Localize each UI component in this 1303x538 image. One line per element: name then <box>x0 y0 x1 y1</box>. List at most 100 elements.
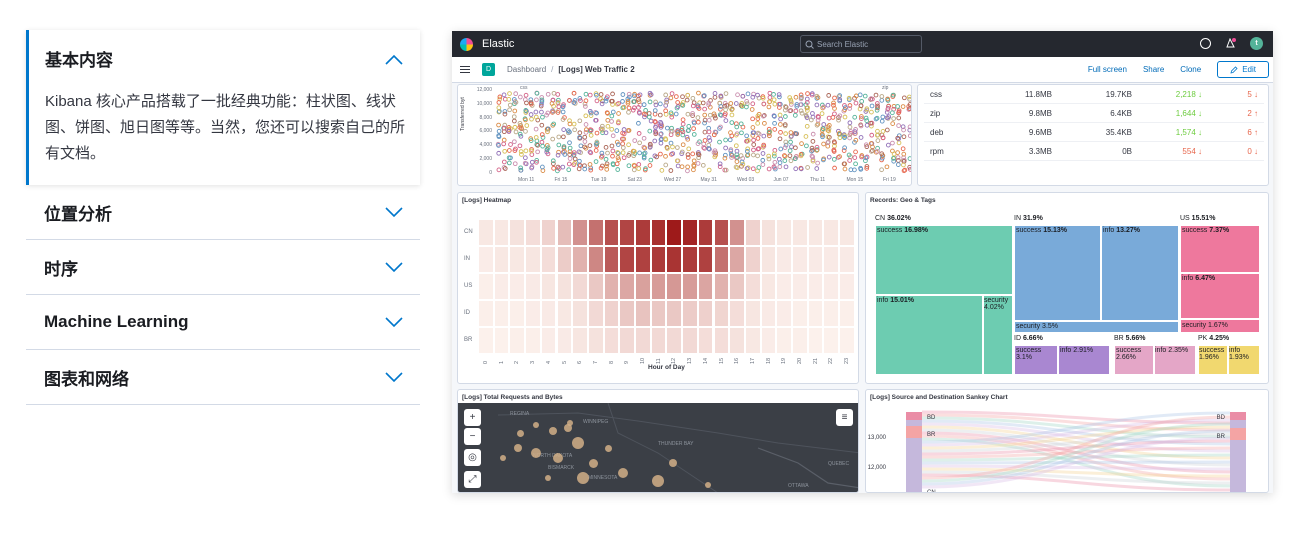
accordion-title: Machine Learning <box>44 312 189 331</box>
accordion-item-timeseries[interactable]: 时序 <box>26 240 420 295</box>
scatter-point <box>901 134 907 140</box>
treemap-in-info <box>1101 225 1179 321</box>
scatter-point <box>496 150 502 156</box>
scatter-point <box>727 137 733 143</box>
scatter-point <box>632 138 638 143</box>
heatmap-cell <box>823 246 840 273</box>
scatter-point <box>825 102 831 108</box>
scatter-point <box>706 125 711 131</box>
elastic-logo-icon[interactable] <box>460 37 473 51</box>
global-search-input[interactable]: Search Elastic <box>800 35 922 53</box>
scatter-point <box>560 109 566 115</box>
heatmap-cell <box>556 273 573 300</box>
scatter-point <box>583 122 589 127</box>
scatter-point <box>663 92 669 98</box>
map-place-label: REGINA <box>510 411 530 417</box>
layers-icon[interactable]: ≡ <box>836 409 853 426</box>
scatter-point <box>760 157 766 163</box>
heatmap-cell <box>540 219 557 246</box>
treemap-label: info 2.91% <box>1060 347 1094 354</box>
heatmap-cell <box>540 300 557 327</box>
scatter-point <box>686 146 692 152</box>
scatter-point <box>636 120 641 126</box>
heatmap-cell <box>493 273 510 300</box>
chevron-down-icon[interactable] <box>384 206 404 218</box>
map-bubble <box>500 455 506 461</box>
edit-button[interactable]: Edit <box>1217 61 1269 78</box>
clone-link[interactable]: Clone <box>1180 65 1201 74</box>
map-place-label: QUEBEC <box>828 461 850 467</box>
heatmap-cell <box>603 327 620 354</box>
heatmap-cell <box>697 246 714 273</box>
top-nav-bar: Elastic Search Elastic t <box>452 31 1273 57</box>
chevron-down-icon[interactable] <box>384 316 404 328</box>
accordion-item-location[interactable]: 位置分析 <box>26 185 420 240</box>
scatter-point <box>679 164 685 170</box>
scatter-point <box>810 111 815 116</box>
zoom-in-button[interactable]: + <box>464 409 481 426</box>
help-icon[interactable] <box>1200 38 1211 49</box>
heatmap-cell <box>729 219 745 246</box>
breadcrumb-root[interactable]: Dashboard <box>507 65 546 74</box>
scatter-point <box>875 138 881 143</box>
full-screen-link[interactable]: Full screen <box>1088 65 1127 74</box>
scatter-point <box>862 93 868 99</box>
map-place-label: WINNIPEG <box>583 419 609 425</box>
scatter-point <box>567 140 572 146</box>
avatar[interactable]: t <box>1250 37 1263 50</box>
heatmap-cell <box>635 219 651 246</box>
heatmap-cell <box>807 300 824 327</box>
accordion-item-graphs[interactable]: 图表和网络 <box>26 350 420 405</box>
scatter-point <box>566 167 572 173</box>
size-cell: 9.6MB <box>1028 127 1052 137</box>
scatter-point <box>777 112 783 118</box>
accordion-header-basics[interactable]: 基本内容 <box>45 46 404 71</box>
news-feed-icon[interactable] <box>1225 38 1236 49</box>
scatter-point <box>751 147 756 153</box>
scatter-point <box>657 112 663 118</box>
heatmap-cell <box>650 300 667 327</box>
heatmap-cell <box>587 273 604 300</box>
scatter-point <box>859 98 865 104</box>
scatter-point <box>853 161 858 167</box>
scatter-point <box>873 92 879 98</box>
scatter-point <box>621 155 627 161</box>
menu-icon[interactable] <box>460 66 470 73</box>
locate-icon[interactable]: ◎ <box>464 449 481 466</box>
scatter-point <box>663 153 668 159</box>
scatter-point <box>728 101 734 106</box>
chevron-down-icon[interactable] <box>384 261 404 273</box>
chevron-down-icon[interactable] <box>384 371 404 383</box>
scatter-point <box>873 116 879 122</box>
scatter-point <box>680 142 686 148</box>
expand-icon[interactable]: ⤢ <box>464 471 481 488</box>
region-map[interactable]: + − ◎ ⤢ ≡ REGINA WINNIPEG THUNDER BAY NORTH… <box>458 403 858 492</box>
heatmap-cell <box>792 246 808 273</box>
scatter-point <box>744 133 749 139</box>
scatter-point <box>832 95 837 101</box>
treemap-label: 1.93% <box>1229 354 1249 361</box>
heatmap-cell <box>729 300 745 327</box>
scatter-x-tick: Fri 15 <box>554 177 568 183</box>
heatmap-cell <box>635 327 651 354</box>
heatmap-cell <box>823 300 840 327</box>
scatter-point <box>513 91 519 97</box>
scatter-point <box>647 99 653 105</box>
scatter-x-tick: Thu 11 <box>810 177 826 183</box>
table-row: rpm 3.3MB 0B 554 ↓ 0 ↓ <box>924 142 1264 161</box>
accordion-item-ml[interactable]: Machine Learning <box>26 295 420 350</box>
scatter-point <box>593 159 599 164</box>
scatter-point <box>577 118 583 124</box>
space-badge[interactable]: D <box>482 63 495 76</box>
zoom-out-button[interactable]: − <box>464 428 481 445</box>
chevron-up-icon[interactable] <box>384 53 404 65</box>
share-link[interactable]: Share <box>1143 65 1164 74</box>
heatmap-cell <box>619 246 635 273</box>
kibana-dashboard-screenshot: Elastic Search Elastic t D Dashboard / [… <box>452 31 1273 493</box>
scatter-point <box>690 151 696 157</box>
heatmap-cell <box>713 246 730 273</box>
scatter-point <box>578 98 583 103</box>
table-row: deb 9.6MB 35.4KB 1,574 ↓ 6 ↑ <box>924 123 1264 142</box>
scatter-point <box>685 168 690 174</box>
heatmap-cell <box>807 219 824 246</box>
